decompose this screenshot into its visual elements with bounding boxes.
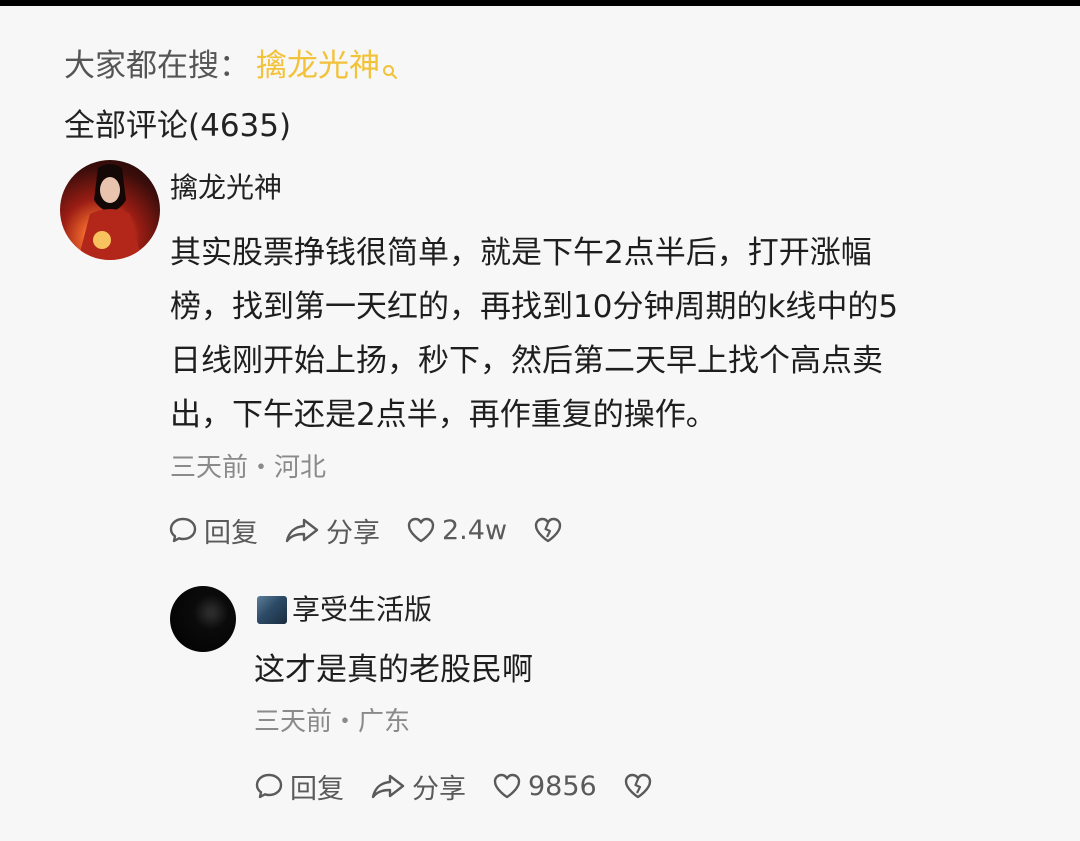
like-count: 2.4w — [442, 514, 508, 546]
heart-icon — [493, 773, 521, 799]
share-button[interactable]: 分享 — [370, 767, 466, 806]
share-arrow-icon — [285, 518, 319, 543]
reply-label: 回复 — [204, 517, 258, 549]
broken-heart-icon — [624, 773, 651, 799]
comment-text: 其实股票挣钱很简单，就是下午2点半后，打开涨幅 榜，找到第一天红的，再找到10分… — [170, 226, 990, 442]
broken-heart-icon — [534, 517, 562, 543]
reply-text: 这才是真的老股民啊 — [254, 652, 533, 688]
reply-button[interactable]: 回复 — [254, 767, 344, 806]
share-button[interactable]: 分享 — [284, 511, 380, 550]
reply-meta: 三天前・广东 — [254, 707, 411, 737]
reply-avatar[interactable] — [170, 586, 236, 652]
avatar[interactable] — [60, 160, 160, 260]
comment-meta: 三天前・河北 — [170, 453, 327, 483]
comment-text-line: 榜，找到第一天红的，再找到10分钟周期的k线中的5 — [170, 289, 899, 325]
top-edge — [0, 0, 1080, 6]
dislike-button[interactable] — [533, 516, 569, 544]
search-suggestion[interactable]: 大家都在搜： 擒龙光神 — [64, 44, 398, 92]
comment-text-line: 出，下午还是2点半，再作重复的操作。 — [170, 397, 717, 433]
reply-actions: 回复 分享 9856 — [254, 764, 685, 808]
heart-icon — [407, 517, 435, 543]
like-count: 9856 — [528, 770, 597, 802]
search-keyword-link[interactable]: 擒龙光神 — [256, 48, 380, 84]
reply-author-name[interactable]: 享受生活版 — [292, 590, 432, 630]
reply-label: 回复 — [290, 773, 344, 805]
like-button[interactable]: 2.4w — [406, 515, 507, 546]
comments-count-header: 全部评论(4635) — [64, 108, 292, 144]
comment-bubble-icon — [169, 517, 197, 543]
share-label: 分享 — [412, 773, 466, 805]
share-label: 分享 — [326, 517, 380, 549]
search-prefix: 大家都在搜： — [64, 48, 250, 84]
comment-text-line: 其实股票挣钱很简单，就是下午2点半后，打开涨幅 — [170, 235, 872, 271]
comment-author-name[interactable]: 擒龙光神 — [170, 168, 282, 208]
dislike-button[interactable] — [623, 772, 659, 800]
user-badge-icon — [257, 596, 287, 624]
like-button[interactable]: 9856 — [492, 771, 597, 802]
search-icon[interactable] — [382, 48, 398, 92]
share-arrow-icon — [371, 774, 405, 799]
reply-button[interactable]: 回复 — [168, 511, 258, 550]
comment-text-line: 日线刚开始上扬，秒下，然后第二天早上找个高点卖 — [170, 343, 883, 379]
comment-bubble-icon — [255, 773, 283, 799]
comment-actions: 回复 分享 2.4w — [168, 508, 595, 552]
